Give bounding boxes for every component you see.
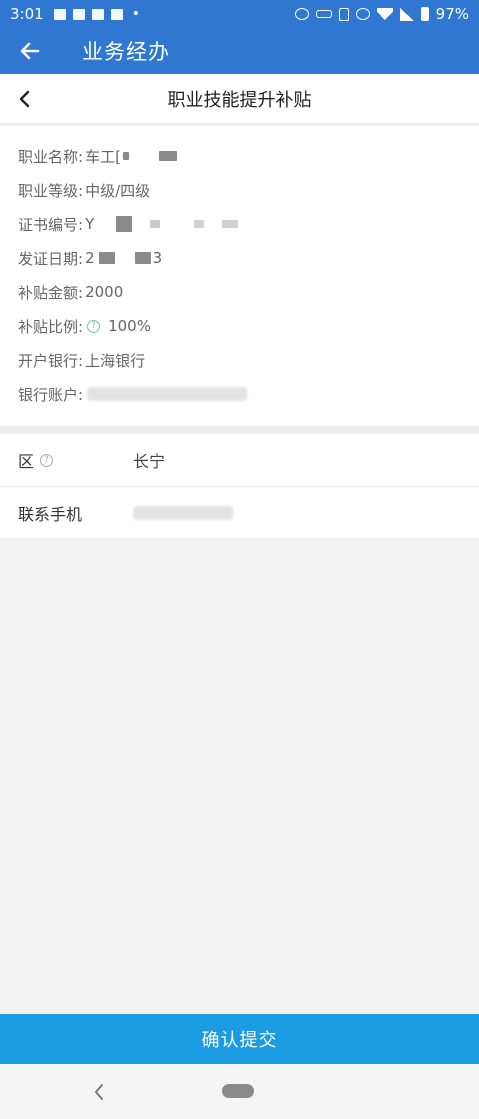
occupation-label: 职业名称: <box>18 147 84 166</box>
confirm-submit-button[interactable]: 确认提交 <box>0 1014 479 1064</box>
question-icon[interactable]: ? <box>40 453 54 467</box>
phone-row[interactable]: 联系手机 <box>0 486 479 538</box>
ratio-row: 补贴比例: ? 100% <box>18 314 151 338</box>
certificate-value: Y <box>85 215 95 233</box>
wifi-icon <box>376 8 393 20</box>
redaction-mark <box>158 151 177 161</box>
gallery-notification-icon <box>53 8 66 20</box>
district-label-wrap: 区 ? <box>18 448 59 472</box>
redaction-mark <box>150 220 161 228</box>
app-bar-title: 业务经办 <box>82 40 170 64</box>
square-notification-icon <box>110 8 123 20</box>
news-notification-icon <box>72 8 85 20</box>
redaction-mark <box>116 216 133 232</box>
issue-date-row: 发证日期: 2 3 <box>18 246 162 270</box>
bell-notification-icon <box>91 8 104 20</box>
page-header: 职业技能提升补贴 <box>0 74 479 124</box>
district-row[interactable]: 区 ? 长宁 <box>0 434 479 486</box>
home-pill-icon[interactable] <box>222 1084 254 1098</box>
signal-icon <box>399 7 414 21</box>
issue-date-value-start: 2 <box>85 249 95 267</box>
phone-label: 联系手机 <box>18 504 83 524</box>
level-value: 中级/四级 <box>85 181 151 200</box>
redaction-mark <box>134 252 151 264</box>
subsidy-info-card: 职业名称: 车工[ 职业等级: 中级/四级 证书编号: Y 发证日期: 2 3 … <box>0 126 479 426</box>
ratio-label: 补贴比例: <box>18 317 84 336</box>
chevron-left-icon[interactable] <box>12 86 38 112</box>
key-icon <box>315 10 332 18</box>
account-row: 银行账户: <box>18 382 248 406</box>
certificate-label: 证书编号: <box>18 215 84 234</box>
redaction-mark <box>122 152 129 160</box>
level-row: 职业等级: 中级/四级 <box>18 178 150 202</box>
section-divider <box>0 426 479 434</box>
certificate-row: 证书编号: Y <box>18 212 239 236</box>
status-time: 3:01 <box>10 5 44 23</box>
bank-label: 开户银行: <box>18 351 84 370</box>
district-label: 区 <box>18 452 35 471</box>
level-label: 职业等级: <box>18 181 84 200</box>
contact-form: 区 ? 长宁 联系手机 <box>0 434 479 538</box>
account-label: 银行账户: <box>18 385 84 404</box>
alarm-icon <box>294 8 309 20</box>
back-arrow-icon[interactable] <box>0 39 60 63</box>
issue-date-label: 发证日期: <box>18 249 84 268</box>
status-bar: 3:01 • 97% <box>0 0 479 28</box>
ratio-value: 100% <box>108 317 151 335</box>
amount-row: 补贴金额: 2000 <box>18 280 123 304</box>
app-bar: 业务经办 <box>0 28 479 74</box>
redaction-mark <box>222 220 239 228</box>
occupation-value: 车工[ <box>85 147 121 166</box>
vibrate-icon <box>338 7 349 21</box>
redaction-mark <box>98 252 115 264</box>
do-not-disturb-icon <box>355 8 370 20</box>
occupation-row: 职业名称: 车工[ <box>18 144 177 168</box>
battery-percent: 97% <box>435 5 469 23</box>
phone-value-blurred[interactable] <box>133 505 233 520</box>
page-title: 职业技能提升补贴 <box>167 89 312 111</box>
bank-value: 上海银行 <box>85 351 146 370</box>
question-icon[interactable]: ? <box>87 319 101 333</box>
system-back-icon[interactable] <box>88 1080 110 1104</box>
amount-value: 2000 <box>85 283 124 301</box>
amount-label: 补贴金额: <box>18 283 84 302</box>
more-notifications-dot: • <box>131 6 140 22</box>
issue-date-value-end: 3 <box>152 249 163 267</box>
system-nav-bar <box>0 1064 479 1119</box>
redaction-mark <box>194 220 205 228</box>
bank-row: 开户银行: 上海银行 <box>18 348 145 372</box>
account-value-blurred <box>87 387 248 401</box>
battery-icon <box>420 7 429 21</box>
district-value[interactable]: 长宁 <box>133 448 165 472</box>
